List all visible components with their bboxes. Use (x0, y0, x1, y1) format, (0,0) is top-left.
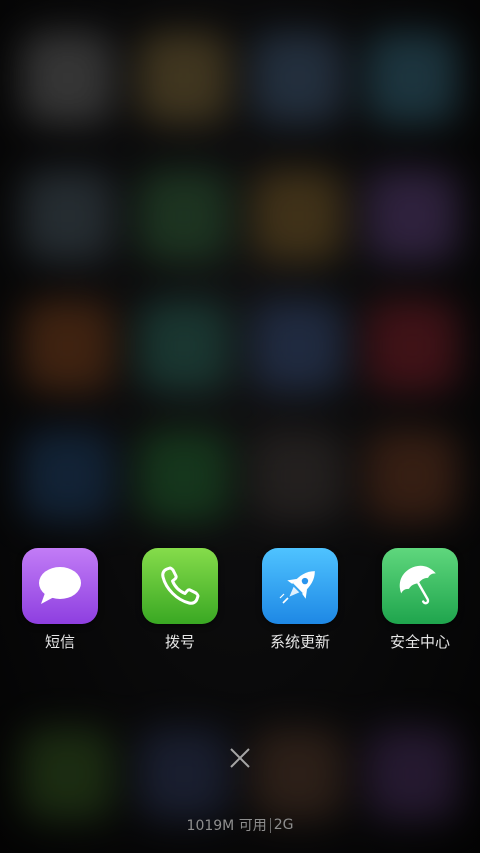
recent-app-label: 系统更新 (269, 633, 330, 651)
close-icon (230, 748, 250, 768)
available-memory: 1019M 可用 (186, 818, 267, 834)
recent-app-label: 短信 (44, 633, 75, 651)
recent-app-system-update[interactable]: 系统更新 (240, 548, 360, 651)
umbrella-icon[interactable] (382, 548, 458, 624)
recent-apps-screen: 短信 拨号 系统更新 安全中心 1019M 可用 2G (0, 0, 480, 853)
recent-app-label: 安全中心 (389, 633, 450, 651)
status-divider (269, 817, 271, 833)
recent-apps-row: 短信 拨号 系统更新 安全中心 (0, 548, 480, 658)
recent-app-security-center[interactable]: 安全中心 (360, 548, 480, 651)
recent-app-dialer[interactable]: 拨号 (120, 548, 240, 651)
rocket-icon[interactable] (262, 548, 338, 624)
clear-all-button[interactable] (224, 742, 256, 774)
memory-status: 1019M 可用 2G (0, 815, 480, 835)
message-bubble-icon[interactable] (22, 548, 98, 624)
recent-app-label: 拨号 (164, 633, 195, 651)
recent-app-sms[interactable]: 短信 (0, 548, 120, 651)
dim-overlay (0, 0, 480, 853)
network-type: 2G (273, 817, 294, 833)
phone-handset-icon[interactable] (142, 548, 218, 624)
